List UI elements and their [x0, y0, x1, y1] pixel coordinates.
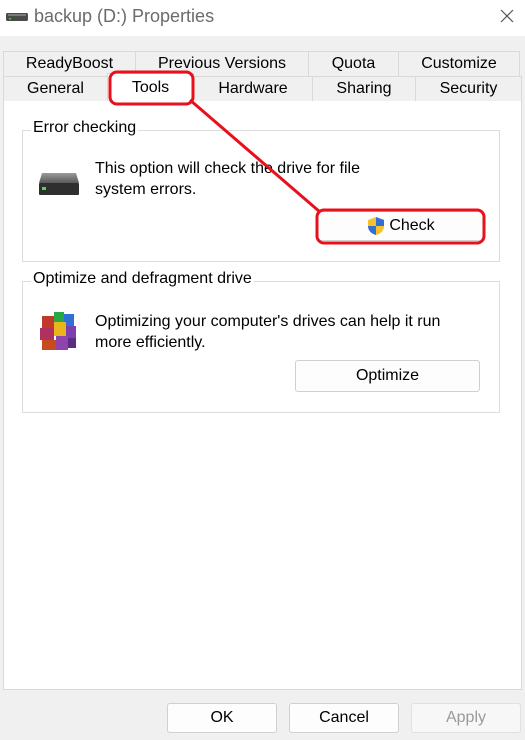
- tab-row-back: ReadyBoost Previous Versions Quota Custo…: [3, 51, 520, 76]
- error-checking-description-1: This option will check the drive for fil…: [95, 160, 360, 177]
- tab-customize[interactable]: Customize: [398, 51, 520, 76]
- defrag-icon: [40, 312, 76, 350]
- tab-tools[interactable]: Tools: [107, 73, 194, 101]
- tab-general[interactable]: General: [3, 76, 108, 101]
- title-bar: backup (D:) Properties: [0, 0, 525, 36]
- optimize-title: Optimize and defragment drive: [31, 270, 254, 288]
- check-button[interactable]: Check: [317, 211, 484, 241]
- cancel-button[interactable]: Cancel: [289, 703, 399, 733]
- window-title: backup (D:) Properties: [34, 6, 215, 26]
- check-button-label: Check: [389, 217, 435, 234]
- optimize-button[interactable]: Optimize: [295, 360, 480, 392]
- tab-hardware[interactable]: Hardware: [193, 76, 313, 101]
- uac-shield-icon: [368, 217, 385, 235]
- error-checking-group: Error checking This option will check th…: [22, 119, 500, 262]
- optimize-group: Optimize and defragment drive Optimizing…: [22, 270, 500, 413]
- tab-quota[interactable]: Quota: [308, 51, 399, 76]
- tab-security[interactable]: Security: [415, 76, 522, 101]
- drive-icon: [6, 13, 28, 21]
- error-checking-title: Error checking: [31, 119, 139, 137]
- hard-drive-icon: [39, 173, 79, 195]
- optimize-description-2: more efficiently.: [95, 334, 206, 351]
- optimize-description-1: Optimizing your computer's drives can he…: [95, 313, 441, 330]
- close-icon: [500, 9, 514, 23]
- tab-row-front: General Tools Hardware Sharing Security: [3, 73, 522, 101]
- close-button[interactable]: [489, 0, 525, 32]
- tools-panel: Error checking This option will check th…: [3, 100, 522, 690]
- tab-sharing[interactable]: Sharing: [312, 76, 416, 101]
- error-checking-description-2: system errors.: [95, 181, 197, 198]
- apply-button[interactable]: Apply: [411, 703, 521, 733]
- ok-button[interactable]: OK: [167, 703, 277, 733]
